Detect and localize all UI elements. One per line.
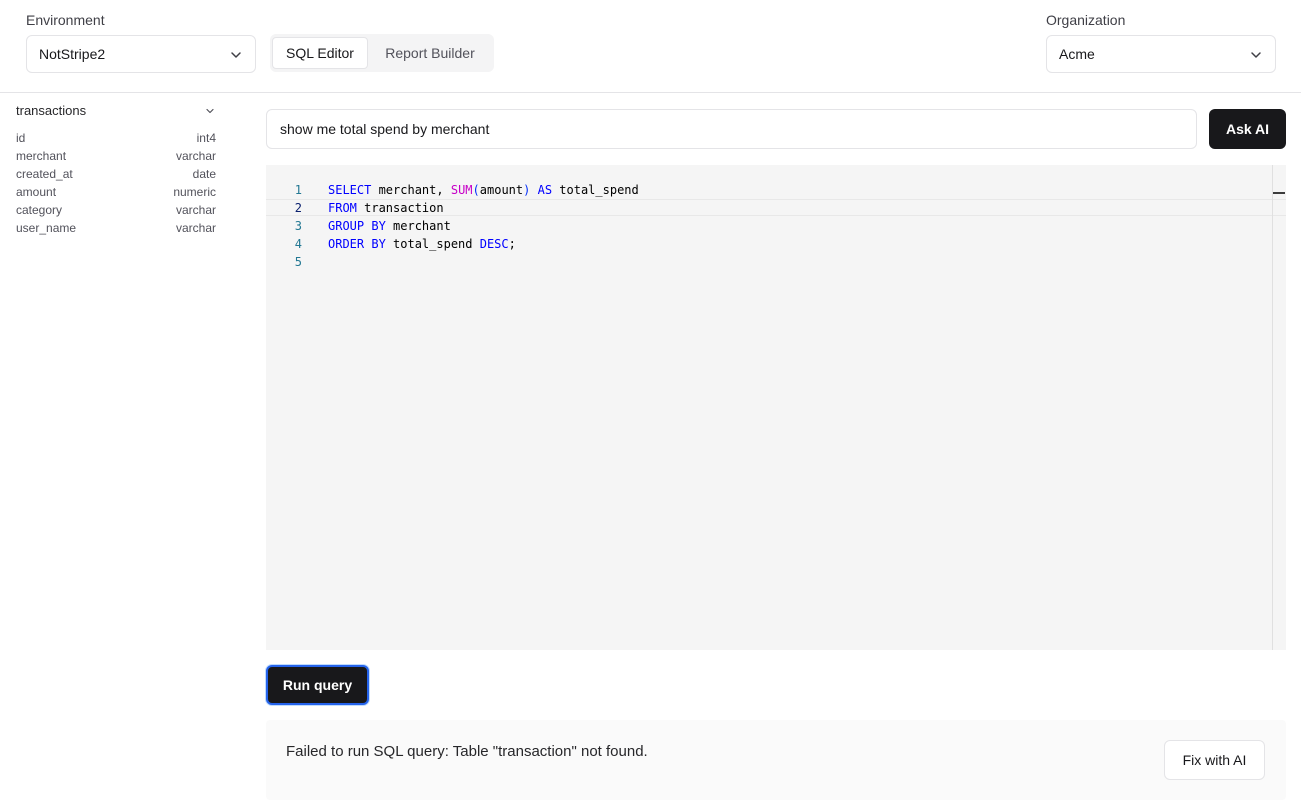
column-name: category: [16, 203, 63, 217]
column-type: varchar: [175, 149, 216, 163]
sql-keyword: GROUP BY: [328, 219, 386, 233]
sql-text: transaction: [356, 201, 444, 215]
sql-keyword: ORDER BY: [328, 237, 386, 251]
sql-paren: (: [472, 183, 480, 197]
column-name: id: [16, 131, 26, 145]
editor-scrollbar[interactable]: [1272, 165, 1273, 650]
sql-keyword: FROM: [328, 201, 357, 215]
ask-ai-button[interactable]: Ask AI: [1209, 109, 1286, 149]
line-number: 5: [294, 255, 302, 269]
code-line: FROM transaction: [328, 201, 444, 215]
error-panel: Failed to run SQL query: Table "transact…: [266, 720, 1286, 800]
column-row: id int4: [16, 131, 216, 149]
environment-label: Environment: [26, 12, 105, 28]
sql-text: amount: [479, 183, 524, 197]
sql-text: merchant,: [371, 183, 451, 197]
column-type: varchar: [175, 221, 216, 235]
environment-select[interactable]: NotStripe2: [26, 35, 256, 73]
sql-text: merchant: [385, 219, 451, 233]
sql-function: SUM: [450, 183, 473, 197]
sql-keyword: DESC: [479, 237, 509, 251]
column-type: numeric: [173, 185, 216, 199]
editor-scroll-marker: [1273, 192, 1285, 194]
ai-prompt-value: show me total spend by merchant: [280, 121, 490, 137]
mode-tabs: SQL Editor Report Builder: [270, 34, 494, 72]
sql-text: total_spend: [385, 237, 480, 251]
chevron-down-icon: [231, 52, 241, 58]
column-row: merchant varchar: [16, 149, 216, 167]
column-name: amount: [16, 185, 57, 199]
column-name: merchant: [16, 149, 67, 163]
tab-report-builder[interactable]: Report Builder: [372, 37, 488, 69]
run-query-button[interactable]: Run query: [266, 665, 369, 705]
code-line: GROUP BY merchant: [328, 219, 451, 233]
column-row: category varchar: [16, 203, 216, 221]
sql-text: total_spend: [552, 183, 639, 197]
column-name: user_name: [16, 221, 77, 235]
chevron-down-icon[interactable]: [204, 105, 216, 117]
sql-editor[interactable]: 1 2 3 4 5 SELECT merchant, SUM(amount) A…: [266, 165, 1286, 650]
line-number: 2: [294, 201, 302, 215]
sql-text: ;: [508, 237, 516, 251]
column-row: user_name varchar: [16, 221, 216, 239]
top-bar: Environment NotStripe2 SQL Editor Report…: [0, 0, 1301, 93]
sql-keyword: SELECT: [328, 183, 372, 197]
chevron-down-icon: [1251, 52, 1261, 58]
ai-prompt-input[interactable]: show me total spend by merchant: [266, 109, 1197, 149]
organization-select-value: Acme: [1059, 46, 1095, 62]
sql-keyword: AS: [537, 183, 553, 197]
column-row: amount numeric: [16, 185, 216, 203]
column-name: created_at: [16, 167, 73, 181]
line-number: 4: [294, 237, 302, 251]
line-number: 3: [294, 219, 302, 233]
environment-select-value: NotStripe2: [39, 46, 106, 62]
column-type: date: [192, 167, 216, 181]
fix-with-ai-button[interactable]: Fix with AI: [1164, 740, 1265, 780]
code-line: SELECT merchant, SUM(amount) AS total_sp…: [328, 183, 639, 197]
table-header-transactions[interactable]: transactions: [16, 103, 216, 119]
code-line: ORDER BY total_spend DESC;: [328, 237, 516, 251]
error-message: Failed to run SQL query: Table "transact…: [286, 743, 648, 760]
column-row: created_at date: [16, 167, 216, 185]
tab-sql-editor[interactable]: SQL Editor: [272, 37, 368, 69]
line-number: 1: [294, 183, 302, 197]
organization-label: Organization: [1046, 12, 1126, 28]
table-name: transactions: [16, 103, 87, 118]
column-type: int4: [196, 131, 216, 145]
organization-select[interactable]: Acme: [1046, 35, 1276, 73]
column-type: varchar: [175, 203, 216, 217]
